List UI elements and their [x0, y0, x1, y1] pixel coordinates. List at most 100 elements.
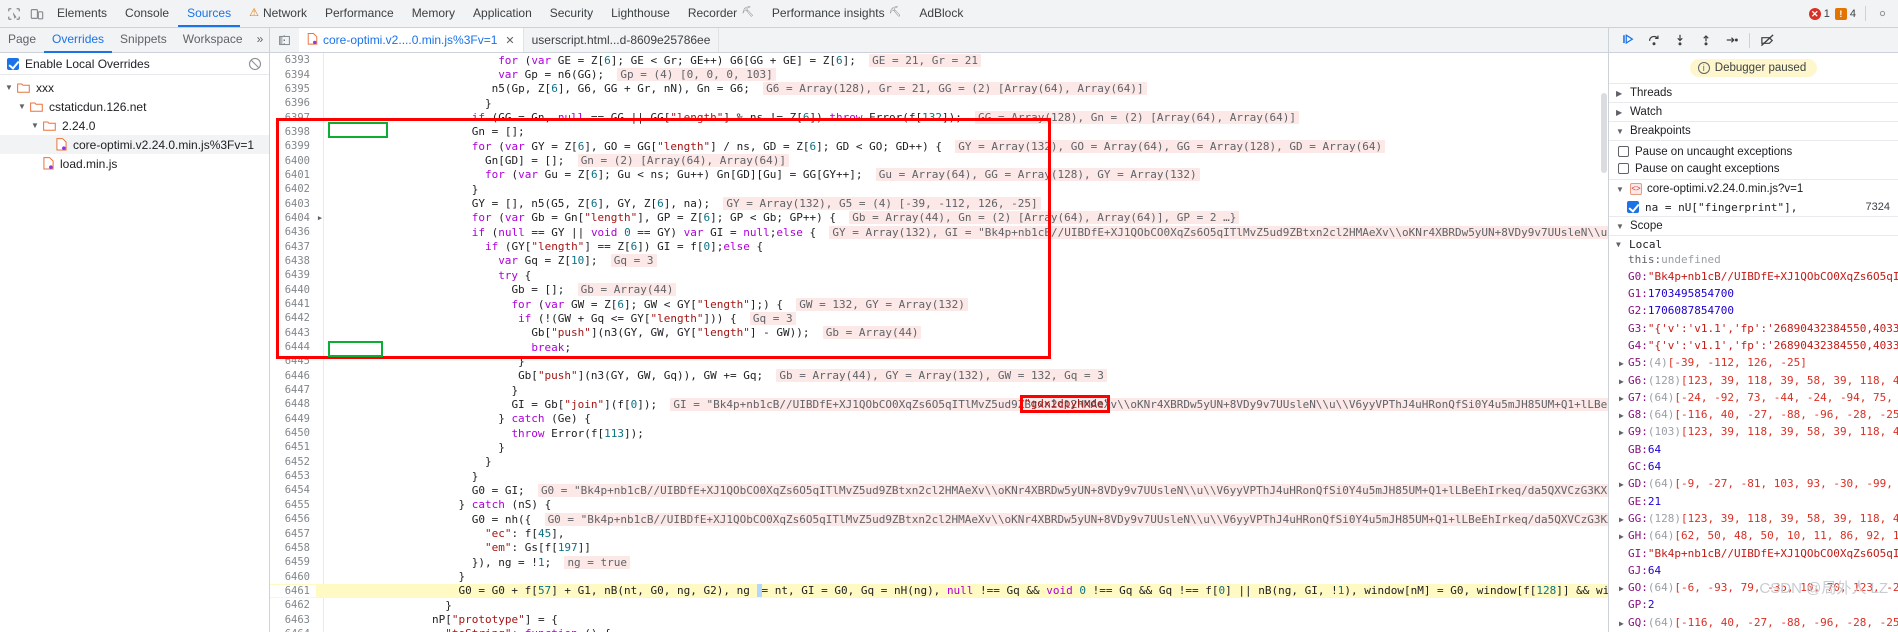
code-line[interactable]: 6450 throw Error(f[113]); — [270, 426, 1608, 440]
line-number[interactable]: 6454 — [270, 484, 316, 497]
line-number[interactable]: 6459 — [270, 556, 316, 569]
section-breakpoints[interactable]: ▼ Breakpoints — [1609, 121, 1898, 140]
main-tab-recorder[interactable]: Recorder ⛏ — [679, 0, 763, 27]
line-number[interactable]: 6450 — [270, 427, 316, 440]
line-number[interactable]: 6398 — [270, 125, 316, 138]
tree-folder-row[interactable]: ▼ 2.24.0 — [0, 116, 269, 135]
line-number[interactable]: 6401 — [270, 168, 316, 181]
warning-count-badge[interactable]: ! 4 — [1834, 7, 1856, 20]
scope-variable-row[interactable]: ▶ G5: (4) [-39, -112, 126, -25] — [1609, 356, 1898, 373]
collapse-arrow-icon[interactable]: ▶ — [316, 214, 324, 222]
step-into-next-function-call-icon[interactable] — [1667, 29, 1693, 51]
scope-variable-row[interactable]: ▶ G6: (128) [123, 39, 118, 39, 58, 39, 11… — [1609, 374, 1898, 391]
close-icon[interactable]: ✕ — [505, 34, 514, 47]
step-over-next-function-call-icon[interactable] — [1641, 29, 1667, 51]
section-scope[interactable]: ▼ Scope — [1609, 216, 1898, 235]
code-line[interactable]: 6440 Gb = []; Gb = Array(44) — [270, 283, 1608, 297]
line-number[interactable]: 6436 — [270, 226, 316, 239]
main-tab-security[interactable]: Security — [541, 0, 602, 27]
pause-on-caught-exceptions-row[interactable]: Pause on caught exceptions — [1609, 160, 1898, 177]
navigator-tab-overrides[interactable]: Overrides — [44, 28, 113, 53]
code-line[interactable]: 6457 "ec": f[45], — [270, 526, 1608, 540]
code-line[interactable]: 6395 n5(Gp, Z[6], G6, GG + Gr, nN), Gn =… — [270, 82, 1608, 96]
code-line[interactable]: 6449 } catch (Ge) { — [270, 412, 1608, 426]
show-navigator-icon[interactable] — [270, 34, 299, 47]
section-threads[interactable]: ▶ Threads — [1609, 83, 1898, 102]
line-number[interactable]: 6452 — [270, 455, 316, 468]
line-number[interactable]: 6449 — [270, 412, 316, 425]
chevron-right-icon[interactable]: ▶ — [1619, 480, 1628, 489]
navigator-tab-workspace[interactable]: Workspace — [175, 28, 251, 53]
navigator-tab-page[interactable]: Page — [0, 28, 44, 53]
tree-folder-row[interactable]: ▼ cstaticdun.126.net — [0, 97, 269, 116]
main-tab-console[interactable]: Console — [116, 0, 178, 27]
line-number[interactable]: 6394 — [270, 68, 316, 81]
scope-variable-row[interactable]: ▶ GQ: (64) [-116, 40, -27, -88, -96, -28,… — [1609, 616, 1898, 632]
scope-variable-row[interactable]: G0: "Bk4p+nb1cB//UIBDfE+XJ1QObCO0XqZs6O5… — [1609, 270, 1898, 287]
line-number[interactable]: 6460 — [270, 570, 316, 583]
code-line[interactable]: 6464 "toString": function () { — [270, 627, 1608, 632]
scope-variable-row[interactable]: G1: 1703495854700 — [1609, 287, 1898, 304]
code-line[interactable]: 6455 } catch (nS) { — [270, 498, 1608, 512]
line-number[interactable]: 6397 — [270, 111, 316, 124]
code-line[interactable]: 6396 } — [270, 96, 1608, 110]
enable-overrides-checkbox[interactable] — [7, 57, 19, 70]
error-count-badge[interactable]: ✕ 1 — [1808, 7, 1830, 20]
device-toolbar-icon[interactable] — [30, 7, 44, 21]
step-icon[interactable] — [1719, 29, 1745, 51]
pause-on-uncaught-exceptions-row[interactable]: Pause on uncaught exceptions — [1609, 143, 1898, 160]
line-number[interactable]: 6455 — [270, 498, 316, 511]
code-line[interactable]: 6446 Gb["push"](n3(GY, GW, Gq)), GW += G… — [270, 369, 1608, 383]
line-number[interactable]: 6444 — [270, 341, 316, 354]
line-number[interactable]: 6463 — [270, 613, 316, 626]
scope-variable-row[interactable]: ▶ GD: (64) [-9, -27, -81, 103, 93, -30, -… — [1609, 477, 1898, 494]
code-line[interactable]: 6399 for (var GY = Z[6], GO = GG["length… — [270, 139, 1608, 153]
code-line[interactable]: 6401 for (var Gu = Z[6]; Gu < ns; Gu++) … — [270, 168, 1608, 182]
code-line[interactable]: 6400 Gn[GD] = []; Gn = (2) [Array(64), A… — [270, 153, 1608, 168]
code-line[interactable]: 6398 Gn = []; — [270, 125, 1608, 139]
step-out-of-current-function-icon[interactable] — [1693, 29, 1719, 51]
navigator-tab-snippets[interactable]: Snippets — [112, 28, 175, 53]
line-number[interactable]: 6462 — [270, 599, 316, 612]
code-line[interactable]: 6438 var Gq = Z[10]; Gq = 3 — [270, 254, 1608, 268]
code-line[interactable]: 6460 } — [270, 569, 1608, 583]
main-tab-sources[interactable]: Sources — [178, 0, 241, 27]
code-line[interactable]: 6451 } — [270, 440, 1608, 454]
breakpoint-file-row[interactable]: ▼ <> core-optimi.v2.24.0.min.js?v=1 — [1609, 179, 1898, 198]
breakpoint-row[interactable]: na = nU["fingerprint"], 7324 — [1609, 198, 1898, 216]
code-line[interactable]: 6454 G0 = GI; G0 = "Bk4p+nb1cB//UIBDfE+X… — [270, 483, 1608, 497]
code-line[interactable]: 6443 Gb["push"](n3(GY, GW, GY["length"] … — [270, 326, 1608, 340]
chevron-right-icon[interactable]: ▶ — [1619, 532, 1628, 541]
code-line[interactable]: 6456 G0 = nh({ G0 = "Bk4p+nb1cB//UIBDfE+… — [270, 512, 1608, 526]
code-line[interactable]: 6393 for (var GE = Z[6]; GE < Gr; GE++) … — [270, 53, 1608, 67]
pause-uncaught-checkbox[interactable] — [1618, 146, 1629, 157]
code-line[interactable]: 6458 "em": Gs[f[197]] — [270, 541, 1608, 555]
line-number[interactable]: 6461 — [270, 584, 316, 597]
line-number[interactable]: 6437 — [270, 240, 316, 253]
section-watch[interactable]: ▶ Watch — [1609, 102, 1898, 121]
code-line[interactable]: 6444 break; — [270, 340, 1608, 354]
scope-variable-row[interactable]: GP: 2 — [1609, 598, 1898, 615]
editor-scrollbar[interactable] — [1600, 53, 1608, 632]
code-line[interactable]: 6447 } — [270, 383, 1608, 397]
chevron-right-icon[interactable]: ▶ — [1619, 515, 1628, 524]
main-tab-elements[interactable]: Elements — [48, 0, 116, 27]
code-line[interactable]: 6448 GI = Gb["join"](f[0]); GI = "Bk4p+n… — [270, 397, 1608, 411]
line-number[interactable]: 6395 — [270, 82, 316, 95]
scope-variable-row[interactable]: ▶ GG: (128) [123, 39, 118, 39, 58, 39, 11… — [1609, 512, 1898, 529]
scope-variable-row[interactable]: ▶ GH: (64) [62, 50, 48, 50, 10, 11, 86, 9… — [1609, 529, 1898, 546]
line-number[interactable]: 6439 — [270, 269, 316, 282]
chevron-right-icon[interactable]: ▶ — [1619, 428, 1628, 437]
code-line[interactable]: 6402 } — [270, 182, 1608, 196]
line-number[interactable]: 6400 — [270, 154, 316, 167]
scope-variable-row[interactable]: GI: "Bk4p+nb1cB//UIBDfE+XJ1QObCO0XqZs6O5… — [1609, 547, 1898, 564]
line-number[interactable]: 6447 — [270, 384, 316, 397]
main-tab-memory[interactable]: Memory — [403, 0, 464, 27]
line-number[interactable]: 6440 — [270, 283, 316, 296]
main-tab-performance[interactable]: Performance — [316, 0, 403, 27]
main-tab-lighthouse[interactable]: Lighthouse — [602, 0, 679, 27]
code-line[interactable]: 6453 } — [270, 469, 1608, 483]
line-number[interactable]: 6402 — [270, 183, 316, 196]
scope-variable-row[interactable]: this: undefined — [1609, 253, 1898, 270]
line-number[interactable]: 6446 — [270, 369, 316, 382]
